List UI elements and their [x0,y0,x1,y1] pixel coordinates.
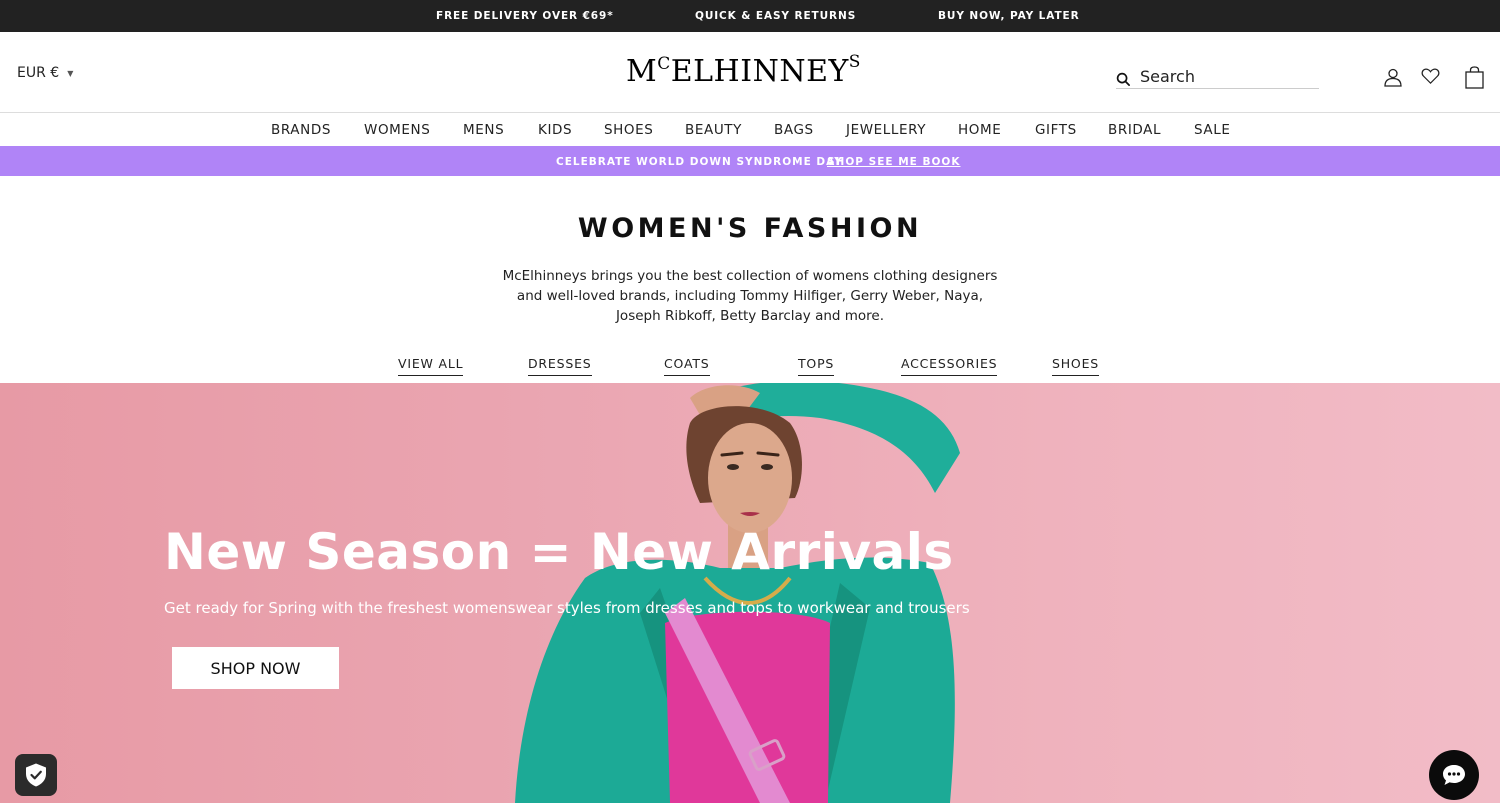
site-logo[interactable]: MCELHINNEYS [626,52,861,89]
announcement-returns[interactable]: QUICK & EASY RETURNS [695,10,856,22]
announcement-bar: FREE DELIVERY OVER €69* QUICK & EASY RET… [0,0,1500,32]
currency-selector[interactable]: EUR € ▼ [17,65,73,81]
page-title: WOMEN'S FASHION [577,213,923,244]
nav-jewellery[interactable]: JEWELLERY [846,122,926,138]
announcement-pay-later[interactable]: BUY NOW, PAY LATER [938,10,1080,22]
logo-text: ELHINNEY [670,54,849,89]
nav-bridal[interactable]: BRIDAL [1108,122,1161,138]
nav-brands[interactable]: BRANDS [271,122,331,138]
search-input[interactable] [1140,67,1315,86]
main-nav: BRANDS WOMENS MENS KIDS SHOES BEAUTY BAG… [0,113,1500,146]
chat-widget[interactable] [1429,750,1479,800]
nav-bags[interactable]: BAGS [774,122,814,138]
logo-letter-m: M [626,54,658,89]
privacy-widget[interactable] [15,754,57,796]
hero-subheading: Get ready for Spring with the freshest w… [164,599,970,617]
category-shoes[interactable]: SHOES [1052,356,1100,376]
bag-icon [1465,66,1484,89]
promo-message: CELEBRATE WORLD DOWN SYNDROME DAY [556,156,843,168]
announcement-delivery[interactable]: FREE DELIVERY OVER €69* [436,10,614,22]
category-accessories[interactable]: ACCESSORIES [901,356,998,376]
logo-letter-c: C [657,54,671,74]
nav-beauty[interactable]: BEAUTY [685,122,742,138]
nav-womens[interactable]: WOMENS [364,122,430,138]
caret-down-icon: ▼ [67,68,74,78]
hero-model-image [515,383,960,803]
nav-sale[interactable]: SALE [1194,122,1231,138]
nav-mens[interactable]: MENS [463,122,504,138]
logo-letter-s: S [848,52,861,72]
account-button[interactable] [1383,67,1403,87]
nav-shoes[interactable]: SHOES [604,122,653,138]
wishlist-button[interactable] [1421,67,1440,85]
cart-button[interactable] [1465,66,1484,89]
shield-check-icon [26,763,46,787]
category-tops[interactable]: TOPS [798,356,835,376]
site-header: EUR € ▼ MCELHINNEYS [0,32,1500,113]
hero-banner[interactable]: New Season = New Arrivals Get ready for … [0,383,1500,803]
currency-label: EUR € [17,65,60,81]
heart-icon [1421,68,1440,84]
hero-heading: New Season = New Arrivals [164,523,954,581]
search-icon[interactable] [1116,72,1131,87]
category-coats[interactable]: COATS [664,356,710,376]
chat-bubble-icon [1443,765,1465,785]
nav-gifts[interactable]: GIFTS [1035,122,1077,138]
category-dresses[interactable]: DRESSES [528,356,592,376]
user-icon [1384,68,1402,87]
promo-strip: CELEBRATE WORLD DOWN SYNDROME DAY SHOP S… [0,146,1500,176]
page-description: McElhinneys brings you the best collecti… [502,268,998,324]
search-bar [1116,65,1319,89]
promo-link[interactable]: SHOP SEE ME BOOK [827,156,960,168]
nav-kids[interactable]: KIDS [538,122,572,138]
category-view-all[interactable]: VIEW ALL [398,356,464,376]
shop-now-button[interactable]: SHOP NOW [172,647,339,689]
nav-home[interactable]: HOME [958,122,1001,138]
